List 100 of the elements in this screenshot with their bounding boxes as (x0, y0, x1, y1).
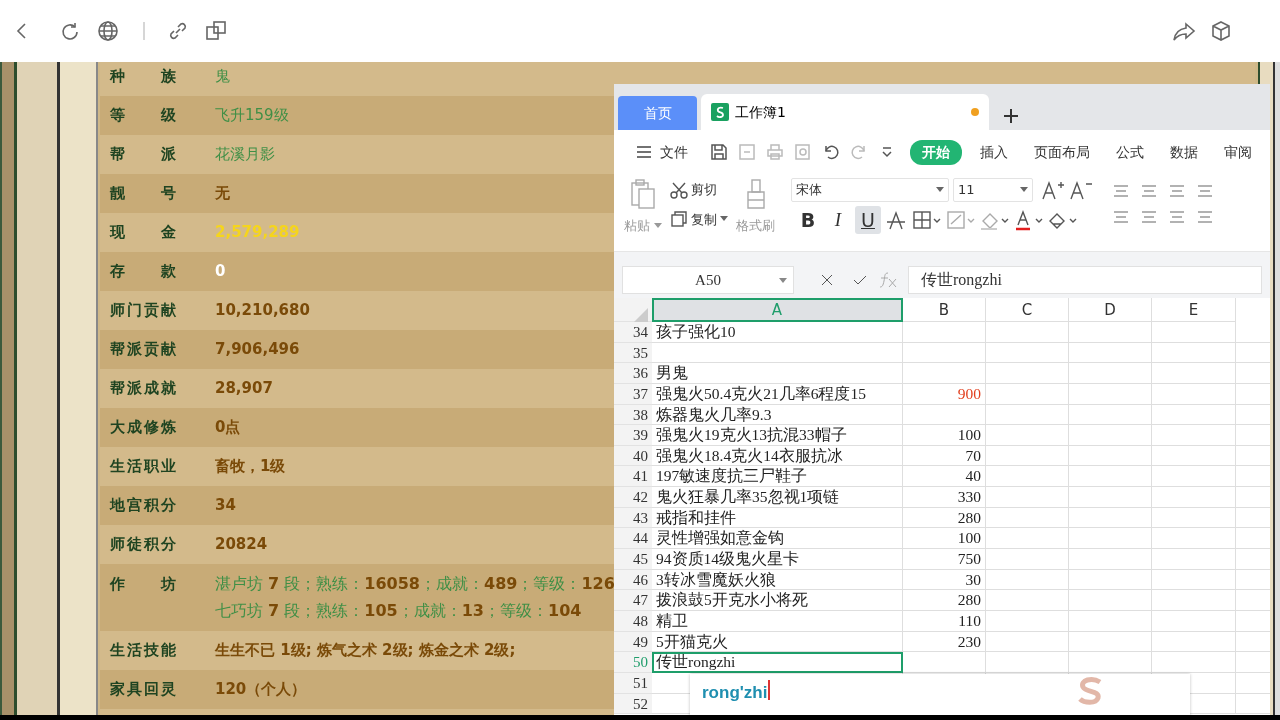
table-cell: 30 (903, 569, 986, 591)
row-value: 34 (215, 495, 236, 517)
row-label: 种 族 (110, 66, 176, 88)
table-cell: 3转冰雪魔妖火狼 (652, 569, 903, 591)
row-value: 七巧坊 7 段；熟练：105；成就：13；等级：104 (215, 600, 583, 622)
column-header[interactable]: B (903, 298, 986, 322)
row-number[interactable]: 36 (614, 363, 652, 384)
row-label: 帮派成就 (110, 378, 176, 400)
formula-field[interactable]: 传世rongzhi (908, 266, 1262, 294)
table-cell: 280 (903, 590, 986, 611)
ribbon-tab[interactable]: 数据 (1162, 139, 1206, 165)
row-label: 大成修炼 (110, 417, 176, 439)
row-label: 家具回灵 (110, 679, 176, 701)
row-value: 0 (215, 261, 226, 283)
table-cell: 灵性增强如意金钩 (652, 528, 903, 550)
row-value: 7,906,496 (215, 339, 300, 361)
table-cell: 94资质14级鬼火星卡 (652, 549, 903, 570)
row-value: 花溪月影 (215, 144, 275, 166)
row-value: 湛卢坊 7 段；熟练：16058；成就：489；等级：126 (215, 573, 615, 595)
row-label: 帮派贡献 (110, 339, 176, 361)
cut-button[interactable]: 剪切 (670, 178, 717, 202)
row-number[interactable]: 52 (614, 693, 652, 715)
row-number[interactable]: 37 (614, 383, 652, 405)
row-value: 0点 (215, 417, 241, 439)
row-label: 现 金 (110, 222, 176, 244)
row-number[interactable]: 40 (614, 445, 652, 467)
row-label: 等 级 (110, 105, 176, 127)
row-number[interactable]: 41 (614, 466, 652, 488)
table-cell: 鬼火狂暴几率35忽视1项链 (652, 487, 903, 508)
row-label: 作 坊 (110, 574, 176, 595)
font-size-dropdown[interactable]: 11 (953, 178, 1033, 202)
row-value: 鬼 (215, 66, 230, 88)
row-value: 2,579,289 (215, 222, 300, 244)
table-cell: 70 (903, 445, 986, 467)
ribbon-tab[interactable]: 页面布局 (1026, 139, 1098, 165)
row-number[interactable]: 39 (614, 425, 652, 446)
table-cell: 5开猫克火 (652, 631, 903, 653)
table-cell[interactable]: 传世rongzhi (652, 652, 903, 673)
table-cell: 230 (903, 631, 986, 653)
row-value: 10,210,680 (215, 300, 310, 322)
ribbon-tab[interactable]: 公式 (1108, 139, 1152, 165)
table-cell: 100 (903, 528, 986, 550)
row-number[interactable]: 42 (614, 487, 652, 508)
font-dropdown[interactable]: 宋体 (791, 178, 949, 202)
table-cell: 750 (903, 549, 986, 570)
file-menu[interactable]: 文件 (630, 139, 694, 165)
table-cell: 拨浪鼓5开克水小将死 (652, 590, 903, 611)
column-header[interactable]: C (986, 298, 1069, 322)
row-number[interactable]: 44 (614, 528, 652, 550)
table-cell: 强鬼火50.4克火21几率6程度15 (652, 383, 903, 405)
table-cell: 强鬼火19克火13抗混33帽子 (652, 425, 903, 446)
table-cell: 197敏速度抗三尸鞋子 (652, 466, 903, 488)
row-label: 师门贡献 (110, 300, 176, 322)
row-number[interactable]: 49 (614, 631, 652, 653)
row-label: 生活技能 (110, 640, 176, 662)
row-value: 飞升159级 (215, 105, 289, 127)
ime-composition: rong'zhi (702, 682, 768, 704)
bold-button[interactable]: B (795, 206, 821, 234)
row-value: 20824 (215, 534, 268, 556)
row-value: 120（个人） (215, 679, 307, 701)
table-cell: 110 (903, 610, 986, 632)
tab-label: 工作簿1 (735, 102, 786, 122)
ribbon-tab[interactable]: 审阅 (1216, 139, 1260, 165)
table-cell: 强鬼火18.4克火14衣服抗冰 (652, 445, 903, 467)
row-number[interactable]: 48 (614, 610, 652, 632)
row-number[interactable]: 51 (614, 672, 652, 694)
table-cell: 100 (903, 425, 986, 446)
row-label: 存 款 (110, 261, 176, 283)
italic-button[interactable]: I (825, 206, 851, 234)
row-number[interactable]: 34 (614, 322, 652, 343)
table-cell: 280 (903, 507, 986, 529)
row-value: 无 (215, 183, 230, 205)
underline-button[interactable]: U (855, 206, 881, 234)
column-header[interactable]: E (1152, 298, 1236, 322)
row-number[interactable]: 45 (614, 549, 652, 570)
copy-button[interactable]: 复制 (670, 207, 728, 231)
ribbon-tab[interactable]: 插入 (972, 139, 1016, 165)
row-number[interactable]: 43 (614, 507, 652, 529)
row-value: 28,907 (215, 378, 273, 400)
row-number[interactable]: 47 (614, 590, 652, 611)
table-cell: 孩子强化10 (652, 322, 903, 343)
table-cell: 900 (903, 383, 986, 405)
table-cell: 炼器鬼火几率9.3 (652, 404, 903, 426)
row-value: 生生不已 1级; 炼气之术 2级; 炼金之术 2级; (215, 640, 516, 662)
table-cell: 精卫 (652, 610, 903, 632)
row-number[interactable]: 38 (614, 404, 652, 426)
row-value: 畜牧，1级 (215, 456, 286, 478)
table-cell: 40 (903, 466, 986, 488)
row-number[interactable]: 35 (614, 342, 652, 364)
table-cell: 330 (903, 487, 986, 508)
row-label: 帮 派 (110, 144, 176, 166)
row-label: 地宫积分 (110, 495, 176, 517)
table-cell: 男鬼 (652, 363, 903, 384)
row-label: 师徒积分 (110, 534, 176, 556)
column-header[interactable]: D (1069, 298, 1152, 322)
row-number[interactable]: 46 (614, 569, 652, 591)
tab[interactable]: 工作簿1 (701, 94, 989, 130)
table-cell: 戒指和挂件 (652, 507, 903, 529)
row-label: 靓 号 (110, 183, 176, 205)
name-box[interactable]: A50 (622, 266, 794, 294)
